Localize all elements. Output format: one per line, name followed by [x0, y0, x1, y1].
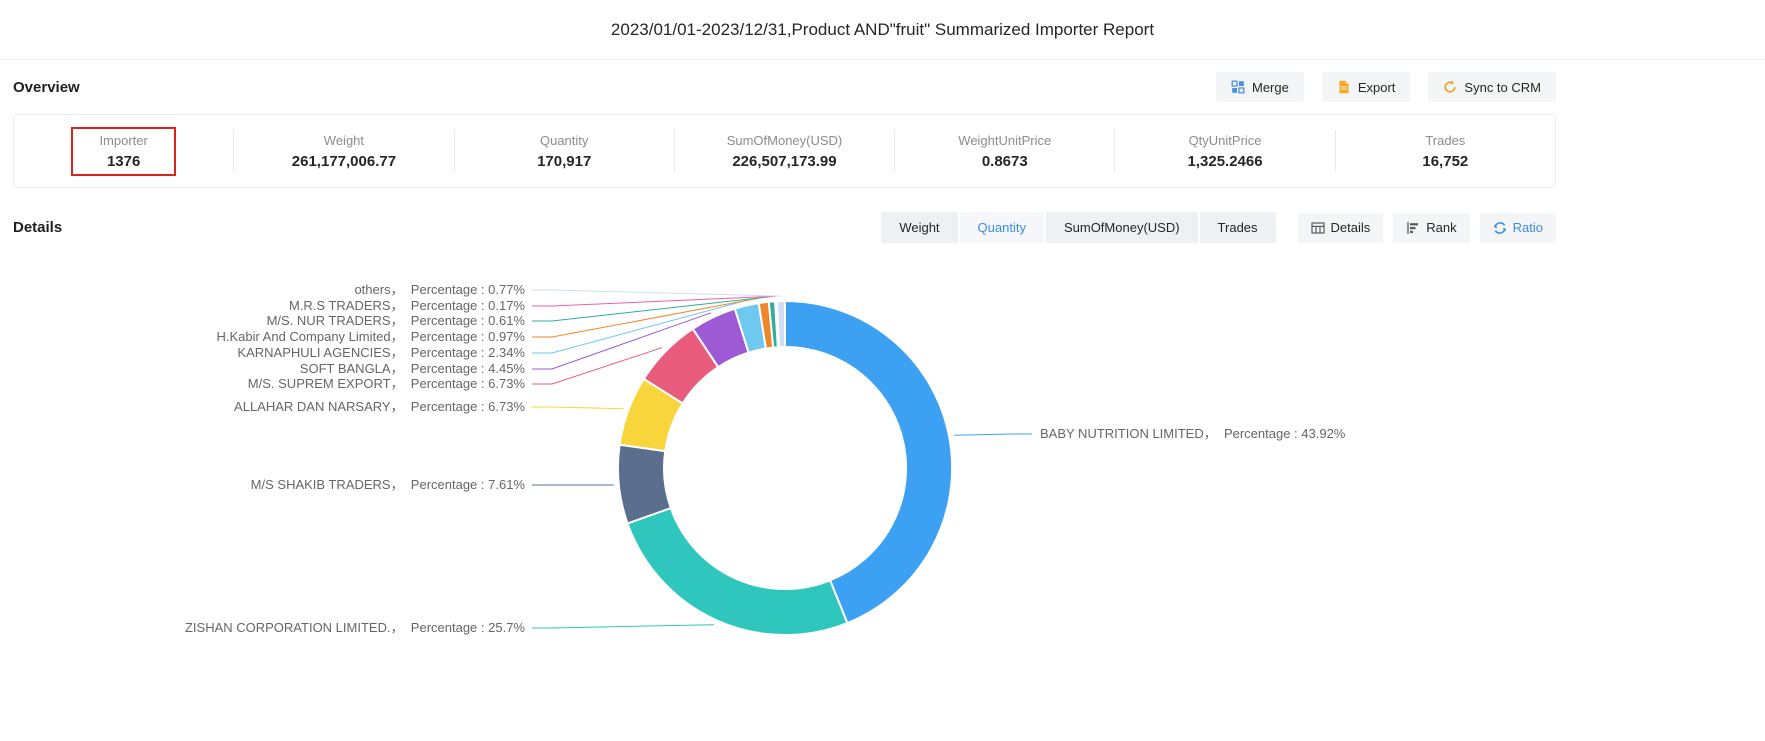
tab-sumofmoney-usd[interactable]: SumOfMoney(USD): [1046, 212, 1198, 243]
stat-label: Weight: [324, 133, 364, 148]
stat-weightunitprice: WeightUnitPrice 0.8673: [895, 133, 1114, 170]
stat-value: 16,752: [1422, 153, 1468, 170]
tab-trades[interactable]: Trades: [1200, 212, 1276, 243]
stat-importer: Importer 1376: [14, 127, 233, 176]
stat-label: Importer: [99, 133, 147, 148]
sync-to-crm-button[interactable]: Sync to CRM: [1428, 72, 1556, 102]
stat-weight: Weight 261,177,006.77: [234, 133, 453, 170]
ratio-refresh-icon: [1493, 221, 1507, 235]
details-view-label: Details: [1331, 221, 1371, 234]
stat-value: 0.8673: [982, 153, 1028, 170]
stat-trades: Trades 16,752: [1336, 133, 1555, 170]
chart-label: BABY NUTRITION LIMITED， Percentage : 43.…: [1040, 426, 1346, 441]
details-controls: Weight Quantity SumOfMoney(USD) Trades D…: [881, 212, 1556, 243]
pie-slice-1[interactable]: [628, 508, 848, 635]
stat-label: QtyUnitPrice: [1189, 133, 1262, 148]
chart-label: ALLAHAR DAN NARSARY， Percentage : 6.73%: [234, 399, 525, 414]
stat-label: SumOfMoney(USD): [727, 133, 843, 148]
stat-label: Quantity: [540, 133, 588, 148]
ratio-view-label: Ratio: [1513, 221, 1543, 234]
label-leader-line: [532, 296, 776, 306]
page-header: 2023/01/01-2023/12/31,Product AND"fruit"…: [0, 0, 1765, 60]
sync-to-crm-button-label: Sync to CRM: [1464, 81, 1541, 94]
rank-icon: [1406, 221, 1420, 235]
export-button[interactable]: Export: [1322, 72, 1411, 102]
stat-value: 1,325.2466: [1188, 153, 1263, 170]
merge-button-label: Merge: [1252, 81, 1289, 94]
overview-heading: Overview: [13, 79, 80, 96]
export-icon: [1337, 80, 1351, 94]
rank-view-button[interactable]: Rank: [1393, 213, 1469, 243]
overview-stats-panel: Importer 1376 Weight 261,177,006.77 Quan…: [13, 114, 1556, 188]
chart-label: others， Percentage : 0.77%: [354, 282, 525, 297]
overview-action-buttons: Merge Export Sync to CRM: [1216, 72, 1556, 102]
pie-slice-2[interactable]: [618, 445, 671, 524]
merge-icon: [1231, 80, 1245, 94]
pie-slice-10[interactable]: [777, 301, 785, 347]
stat-sumofmoney: SumOfMoney(USD) 226,507,173.99: [675, 133, 894, 170]
chart-label: M.R.S TRADERS， Percentage : 0.17%: [289, 298, 525, 313]
stat-value: 261,177,006.77: [292, 153, 396, 170]
label-leader-line: [532, 625, 714, 628]
stat-label: Trades: [1425, 133, 1465, 148]
chart-label: M/S SHAKIB TRADERS， Percentage : 7.61%: [251, 477, 526, 492]
stat-value: 170,917: [537, 153, 591, 170]
merge-button[interactable]: Merge: [1216, 72, 1304, 102]
tab-quantity[interactable]: Quantity: [960, 212, 1044, 243]
chart-label: ZISHAN CORPORATION LIMITED.， Percentage …: [185, 620, 525, 635]
metric-tab-group: Weight Quantity SumOfMoney(USD) Trades: [881, 212, 1275, 243]
importer-highlight-box: Importer 1376: [71, 127, 175, 176]
rank-view-label: Rank: [1426, 221, 1456, 234]
label-leader-line: [954, 434, 1032, 435]
view-button-group: Details Rank Ratio: [1298, 213, 1556, 243]
stat-value: 226,507,173.99: [732, 153, 836, 170]
overview-header-row: Overview Merge Export Sync to CRM: [13, 72, 1556, 102]
table-icon: [1311, 221, 1325, 235]
details-heading: Details: [13, 219, 62, 236]
details-header-row: Details Weight Quantity SumOfMoney(USD) …: [13, 212, 1556, 243]
chart-label: SOFT BANGLA， Percentage : 4.45%: [300, 361, 526, 376]
stat-qtyunitprice: QtyUnitPrice 1,325.2466: [1115, 133, 1334, 170]
stat-quantity: Quantity 170,917: [455, 133, 674, 170]
tab-weight[interactable]: Weight: [881, 212, 957, 243]
chart-label: M/S. SUPREM EXPORT， Percentage : 6.73%: [248, 376, 526, 391]
stat-value: 1376: [107, 153, 140, 170]
export-button-label: Export: [1358, 81, 1396, 94]
chart-label: H.Kabir And Company Limited， Percentage …: [216, 329, 525, 344]
page-title: 2023/01/01-2023/12/31,Product AND"fruit"…: [611, 20, 1154, 40]
importer-ratio-donut-chart: BABY NUTRITION LIMITED， Percentage : 43.…: [0, 243, 1765, 729]
label-leader-line: [532, 290, 781, 296]
ratio-view-button[interactable]: Ratio: [1480, 213, 1556, 243]
label-leader-line: [532, 407, 624, 409]
sync-icon: [1443, 80, 1457, 94]
pie-slice-0[interactable]: [785, 301, 952, 623]
chart-label: KARNAPHULI AGENCIES， Percentage : 2.34%: [237, 345, 525, 360]
details-view-button[interactable]: Details: [1298, 213, 1384, 243]
chart-label: M/S. NUR TRADERS， Percentage : 0.61%: [267, 313, 526, 328]
chart-section: BABY NUTRITION LIMITED， Percentage : 43.…: [0, 243, 1765, 729]
stat-label: WeightUnitPrice: [958, 133, 1051, 148]
